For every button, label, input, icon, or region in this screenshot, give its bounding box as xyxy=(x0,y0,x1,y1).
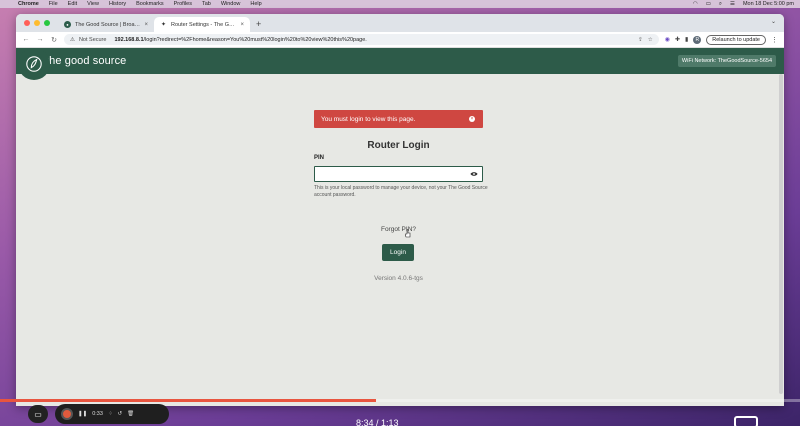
tab-close-icon[interactable]: × xyxy=(144,22,148,28)
menu-bookmarks[interactable]: Bookmarks xyxy=(136,1,164,7)
omnibox-actions: ⇪ ☆ xyxy=(638,37,653,43)
forward-arrow-icon[interactable]: → xyxy=(36,36,44,43)
login-required-alert: You must login to view this page. × xyxy=(314,110,483,128)
toolbar: ← → ↻ ⚠ Not Secure 192.168.8.1/login?red… xyxy=(16,32,784,48)
restart-icon[interactable]: ↺ xyxy=(118,411,123,417)
video-progress-fill xyxy=(0,399,376,402)
menubar-clock[interactable]: Mon 18 Dec 5:00 pm xyxy=(743,1,794,7)
menu-profiles[interactable]: Profiles xyxy=(174,1,192,7)
recording-controls: ❚❚ 0:33 ⁘ ↺ 🗑 xyxy=(55,404,169,424)
more-menu-icon[interactable]: ⋮ xyxy=(771,36,778,44)
sidepanel-icon[interactable]: ▮ xyxy=(685,36,688,43)
relaunch-to-update-button[interactable]: Relaunch to update xyxy=(706,34,766,45)
video-progress-bar[interactable] xyxy=(0,399,800,402)
bookmark-star-icon[interactable]: ☆ xyxy=(648,37,653,43)
window-controls xyxy=(16,20,58,32)
alert-close-icon[interactable]: × xyxy=(469,116,475,122)
pause-icon[interactable]: ❚❚ xyxy=(78,411,87,417)
share-icon[interactable]: ⇪ xyxy=(638,37,643,43)
page-title: Router Login xyxy=(367,140,430,151)
page-scrollbar[interactable] xyxy=(779,74,783,394)
tab-close-icon[interactable]: × xyxy=(240,22,244,28)
desktop-side-labels xyxy=(786,100,800,118)
grid-icon[interactable]: ⁘ xyxy=(108,411,113,417)
video-timecode: 8:34 / 1:13 xyxy=(356,418,399,426)
firmware-version: Version 4.0.6-tgs xyxy=(374,275,423,282)
profile-avatar[interactable]: R xyxy=(693,35,702,44)
security-label[interactable]: Not Secure xyxy=(79,37,107,43)
tab-router-settings[interactable]: ✦ Router Settings - The Good S × xyxy=(154,17,250,32)
tab-title: The Good Source | Broadband xyxy=(75,21,141,28)
pin-help-text: This is your local password to manage yo… xyxy=(314,185,488,198)
apple-icon[interactable] xyxy=(6,1,12,7)
tab-search-chevron-icon[interactable]: ⌄ xyxy=(771,18,776,25)
menu-tab[interactable]: Tab xyxy=(202,1,211,7)
good-source-favicon: ● xyxy=(64,21,71,28)
camera-icon: ▭ xyxy=(34,409,42,419)
hand-cursor-icon xyxy=(405,229,411,238)
reload-icon[interactable]: ↻ xyxy=(50,36,58,44)
url-text[interactable]: 192.168.8.1/login?redirect=%2Fhome&reaso… xyxy=(114,37,366,43)
alert-message: You must login to view this page. xyxy=(321,115,416,123)
zoom-window-button[interactable] xyxy=(44,20,50,26)
tab-good-source-broadband[interactable]: ● The Good Source | Broadband × xyxy=(58,17,154,32)
router-favicon: ✦ xyxy=(160,21,167,28)
recording-elapsed: 0:33 xyxy=(92,411,103,417)
tab-strip: ● The Good Source | Broadband × ✦ Router… xyxy=(16,14,784,32)
back-arrow-icon[interactable]: ← xyxy=(22,36,30,43)
address-bar[interactable]: ⚠ Not Secure 192.168.8.1/login?redirect=… xyxy=(64,34,659,45)
forgot-pin-link[interactable]: Forgot PIN? xyxy=(314,226,483,233)
menu-help[interactable]: Help xyxy=(250,1,261,7)
captions-icon[interactable] xyxy=(734,416,758,426)
trash-icon[interactable]: 🗑 xyxy=(127,411,134,417)
menu-history[interactable]: History xyxy=(109,1,126,7)
url-host: 192.168.8.1 xyxy=(114,36,144,43)
site-header: the good source WiFi Network: TheGoodSou… xyxy=(16,48,784,80)
login-button[interactable]: Login xyxy=(382,244,414,261)
good-source-logo-icon[interactable] xyxy=(18,48,50,80)
minimize-window-button[interactable] xyxy=(34,20,40,26)
mac-menu-bar: Chrome File Edit View History Bookmarks … xyxy=(0,0,800,8)
wifi-status-icon[interactable]: ◠ xyxy=(693,1,698,7)
extension-icon[interactable]: ◉ xyxy=(665,36,670,43)
pin-input[interactable] xyxy=(314,166,483,182)
camera-toggle-button[interactable]: ▭ xyxy=(28,405,48,423)
menu-view[interactable]: View xyxy=(87,1,99,7)
close-window-button[interactable] xyxy=(24,20,30,26)
extension-area: ◉ ✚ ▮ R Relaunch to update ⋮ xyxy=(665,34,778,45)
url-path: /login?redirect=%2Fhome&reason=You%20mus… xyxy=(143,36,367,43)
brand-name[interactable]: the good source xyxy=(46,55,126,67)
menu-edit[interactable]: Edit xyxy=(68,1,77,7)
stop-recording-button[interactable] xyxy=(61,408,73,420)
new-tab-button[interactable]: + xyxy=(250,19,267,32)
battery-icon[interactable]: ▭ xyxy=(706,1,711,7)
menu-chrome[interactable]: Chrome xyxy=(18,1,39,7)
control-center-icon[interactable]: ☰ xyxy=(730,1,735,7)
warning-icon[interactable]: ⚠ xyxy=(70,37,75,43)
search-icon[interactable]: ⌕ xyxy=(719,1,722,8)
menu-window[interactable]: Window xyxy=(221,1,241,7)
pin-label: PIN xyxy=(314,155,325,161)
show-pin-eye-icon[interactable] xyxy=(470,171,478,177)
wifi-network-badge: WiFi Network: TheGoodSource-5654 xyxy=(677,55,776,67)
browser-window: ● The Good Source | Broadband × ✦ Router… xyxy=(16,14,784,406)
router-login-page: the good source WiFi Network: TheGoodSou… xyxy=(16,48,784,406)
menu-file[interactable]: File xyxy=(49,1,58,7)
puzzle-icon[interactable]: ✚ xyxy=(675,36,680,43)
tab-title: Router Settings - The Good S xyxy=(171,21,237,28)
